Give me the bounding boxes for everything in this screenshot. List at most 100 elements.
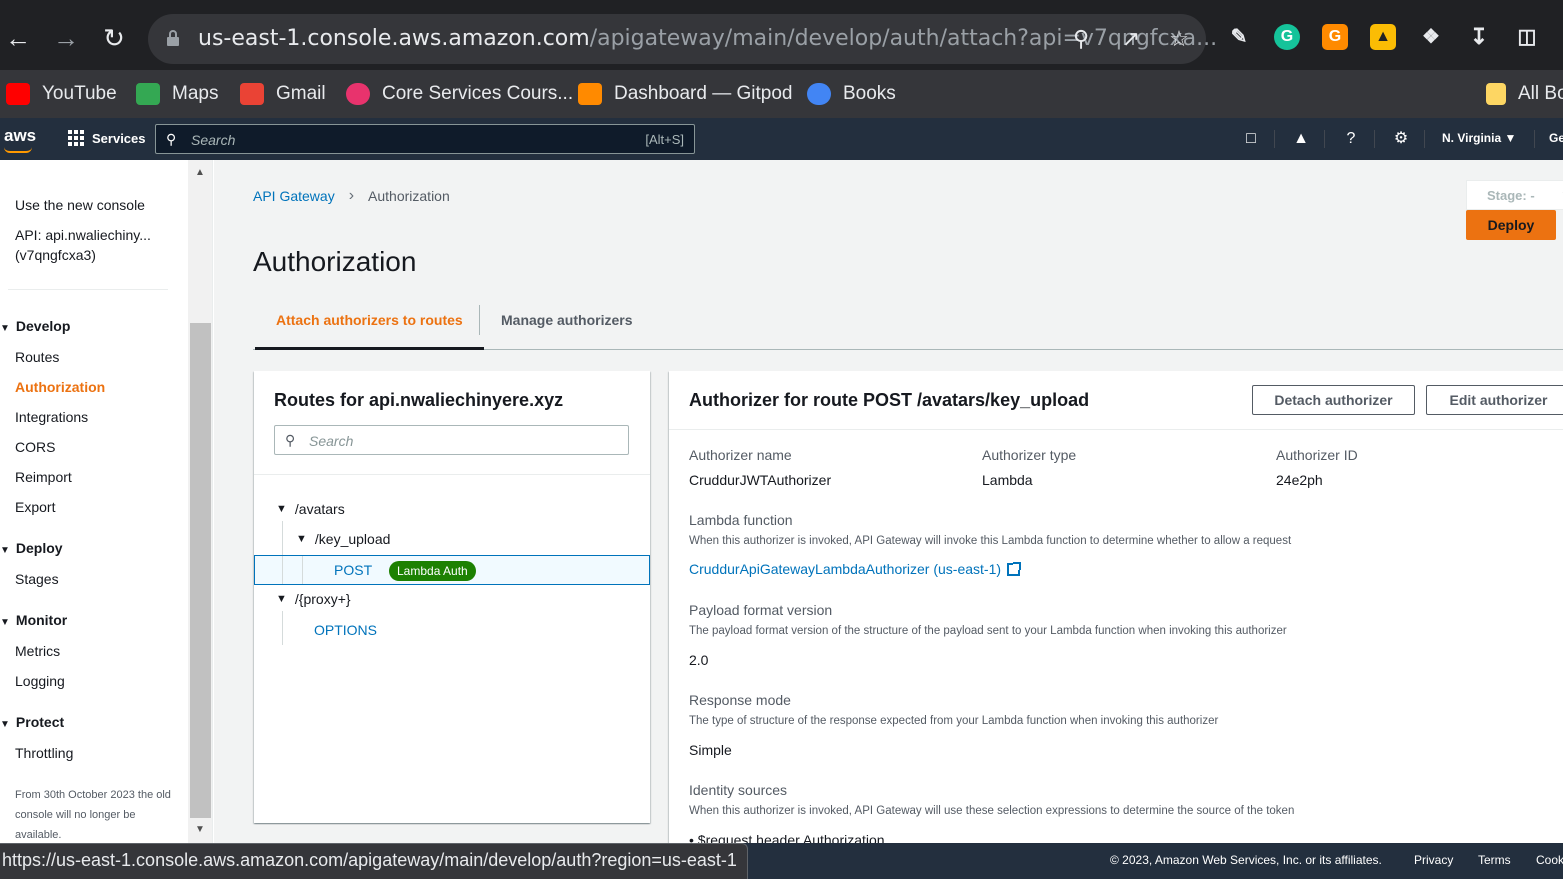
tab-attach-authorizers[interactable]: Attach authorizers to routes <box>255 303 484 350</box>
sidebar-divider <box>8 289 168 290</box>
caret-down-icon: ▼ <box>296 533 307 545</box>
tab-manage-authorizers[interactable]: Manage authorizers <box>480 303 653 350</box>
cloudshell-icon[interactable]: □ <box>1240 128 1262 150</box>
api-name-line1: API: api.nwaliechiny... <box>15 227 151 243</box>
routes-search-input[interactable]: ⚲ Search <box>274 425 629 455</box>
sidebar-item-cors[interactable]: CORS <box>15 439 55 455</box>
core-services-icon <box>346 83 370 105</box>
sidebar-item-reimport[interactable]: Reimport <box>15 469 72 485</box>
payload-format-value: 2.0 <box>689 652 709 668</box>
lambda-function-label: Lambda function <box>689 512 793 528</box>
status-bar-url: https://us-east-1.console.aws.amazon.com… <box>0 843 748 879</box>
sidebar-item-integrations[interactable]: Integrations <box>15 409 88 425</box>
section-deploy[interactable]: ▼ Deploy <box>0 540 63 556</box>
deploy-button[interactable]: Deploy <box>1466 210 1556 240</box>
routes-title: Routes for api.nwaliechinyere.xyz <box>274 390 564 410</box>
bookmark-gitpod[interactable]: Dashboard — Gitpod <box>578 80 793 108</box>
region-selector[interactable]: N. Virginia ▼ <box>1442 131 1516 145</box>
stage-select[interactable]: Stage: -▼ <box>1466 180 1563 210</box>
lock-icon <box>167 30 179 46</box>
sidebar-item-logging[interactable]: Logging <box>15 673 65 689</box>
folder-icon <box>1486 83 1506 105</box>
sidebar-item-metrics[interactable]: Metrics <box>15 643 60 659</box>
authorizer-id-value: 24e2ph <box>1276 472 1323 488</box>
identity-source-item: • $request.header.Authorization <box>689 832 885 843</box>
terms-link[interactable]: Terms <box>1478 853 1511 867</box>
bookmark-maps[interactable]: Maps <box>136 80 218 108</box>
bookmark-all[interactable]: All Bo <box>1486 80 1563 108</box>
identity-sources-label: Identity sources <box>689 782 788 798</box>
download-icon[interactable]: ↧ <box>1466 24 1492 50</box>
sidebar-scroll-thumb[interactable] <box>190 323 211 818</box>
notifications-icon[interactable]: ▲ <box>1290 128 1312 150</box>
sidebar-item-routes[interactable]: Routes <box>15 349 59 365</box>
main-content: API Gateway › Authorization Authorizatio… <box>214 160 1563 843</box>
gitpod-icon[interactable]: G <box>1322 24 1348 50</box>
route-avatars[interactable]: ▼/avatars <box>276 501 345 517</box>
caret-down-icon: ▼ <box>0 323 10 334</box>
help-icon[interactable]: ? <box>1340 128 1362 150</box>
scroll-down-icon[interactable]: ▼ <box>194 824 206 836</box>
browser-toolbar: ← → ↻ us-east-1.console.aws.amazon.com/a… <box>0 0 1563 78</box>
sidebar-item-throttling[interactable]: Throttling <box>15 745 73 761</box>
api-name-line2: (v7qngfcxa3) <box>15 247 96 263</box>
bookmark-core-services[interactable]: Core Services Cours... <box>346 80 573 108</box>
sidepanel-icon[interactable]: ◫ <box>1514 24 1540 50</box>
bookmark-youtube[interactable]: YouTube <box>6 80 117 108</box>
detach-authorizer-button[interactable]: Detach authorizer <box>1252 385 1415 415</box>
bullet-icon: • <box>689 832 698 843</box>
cookie-link[interactable]: Cook <box>1536 853 1563 867</box>
reload-icon[interactable]: ↻ <box>98 22 130 54</box>
eyedropper-icon[interactable]: ✎ <box>1226 24 1252 50</box>
grammarly-icon[interactable]: G <box>1274 24 1300 50</box>
method-post[interactable]: POST <box>334 562 372 578</box>
new-console-link[interactable]: Use the new console <box>15 197 145 213</box>
back-icon[interactable]: ← <box>2 22 34 54</box>
sidebar-item-stages[interactable]: Stages <box>15 571 59 587</box>
route-proxy[interactable]: ▼/{proxy+} <box>276 591 351 607</box>
sidebar-item-authorization[interactable]: Authorization <box>15 379 105 395</box>
section-develop[interactable]: ▼ Develop <box>0 318 70 334</box>
authorizer-name-label: Authorizer name <box>689 447 792 463</box>
authorizer-id-label: Authorizer ID <box>1276 447 1358 463</box>
authorizer-name-value: CruddurJWTAuthorizer <box>689 472 832 488</box>
address-bar[interactable]: us-east-1.console.aws.amazon.com/apigate… <box>148 14 1217 64</box>
response-mode-desc: The type of structure of the response ex… <box>689 715 1219 727</box>
services-menu[interactable]: Services <box>68 130 146 146</box>
google-icon <box>807 83 831 105</box>
bookmarks-bar: YouTube Maps Gmail Core Services Cours..… <box>0 70 1563 118</box>
method-options[interactable]: OPTIONS <box>314 622 377 638</box>
scroll-up-icon[interactable]: ▲ <box>194 167 206 179</box>
search-icon: ⚲ <box>166 131 177 147</box>
aws-logo[interactable]: aws <box>4 126 36 146</box>
settings-gear-icon[interactable]: ⚙ <box>1390 128 1412 150</box>
share-icon[interactable]: ↗ <box>1118 26 1144 52</box>
caret-down-icon: ▼ <box>0 719 10 730</box>
aws-search-input[interactable]: ⚲ Search [Alt+S] <box>155 124 695 154</box>
privacy-link[interactable]: Privacy <box>1414 853 1453 867</box>
section-monitor[interactable]: ▼ Monitor <box>0 612 67 628</box>
account-menu[interactable]: Ge <box>1549 131 1563 145</box>
star-icon[interactable]: ☆ <box>1166 26 1192 52</box>
breadcrumb-api-gateway[interactable]: API Gateway <box>253 188 335 204</box>
authorizer-title: Authorizer for route POST /avatars/key_u… <box>689 390 1090 410</box>
tab-bar: Attach authorizers to routes Manage auth… <box>253 303 1563 350</box>
breadcrumb-current: Authorization <box>368 188 450 204</box>
extensions-puzzle-icon[interactable]: ❖ <box>1418 24 1444 50</box>
breadcrumb: API Gateway › Authorization <box>253 187 450 205</box>
edit-authorizer-button[interactable]: Edit authorizer <box>1426 385 1563 415</box>
maps-icon <box>136 83 160 105</box>
caret-down-icon: ▼ <box>276 503 287 515</box>
forward-icon[interactable]: → <box>50 22 82 54</box>
response-mode-value: Simple <box>689 742 732 758</box>
page-title: Authorization <box>253 246 417 277</box>
bookmark-books[interactable]: Books <box>807 80 896 108</box>
extension-triangle-icon[interactable]: ▲ <box>1370 24 1396 50</box>
bookmark-gmail[interactable]: Gmail <box>240 80 326 108</box>
caret-down-icon: ▼ <box>0 545 10 556</box>
zoom-icon[interactable]: ⚲ <box>1068 26 1094 52</box>
lambda-function-link[interactable]: CruddurApiGatewayLambdaAuthorizer (us-ea… <box>689 561 1022 577</box>
route-key-upload[interactable]: ▼/key_upload <box>296 531 390 547</box>
section-protect[interactable]: ▼ Protect <box>0 714 64 730</box>
sidebar-item-export[interactable]: Export <box>15 499 55 515</box>
